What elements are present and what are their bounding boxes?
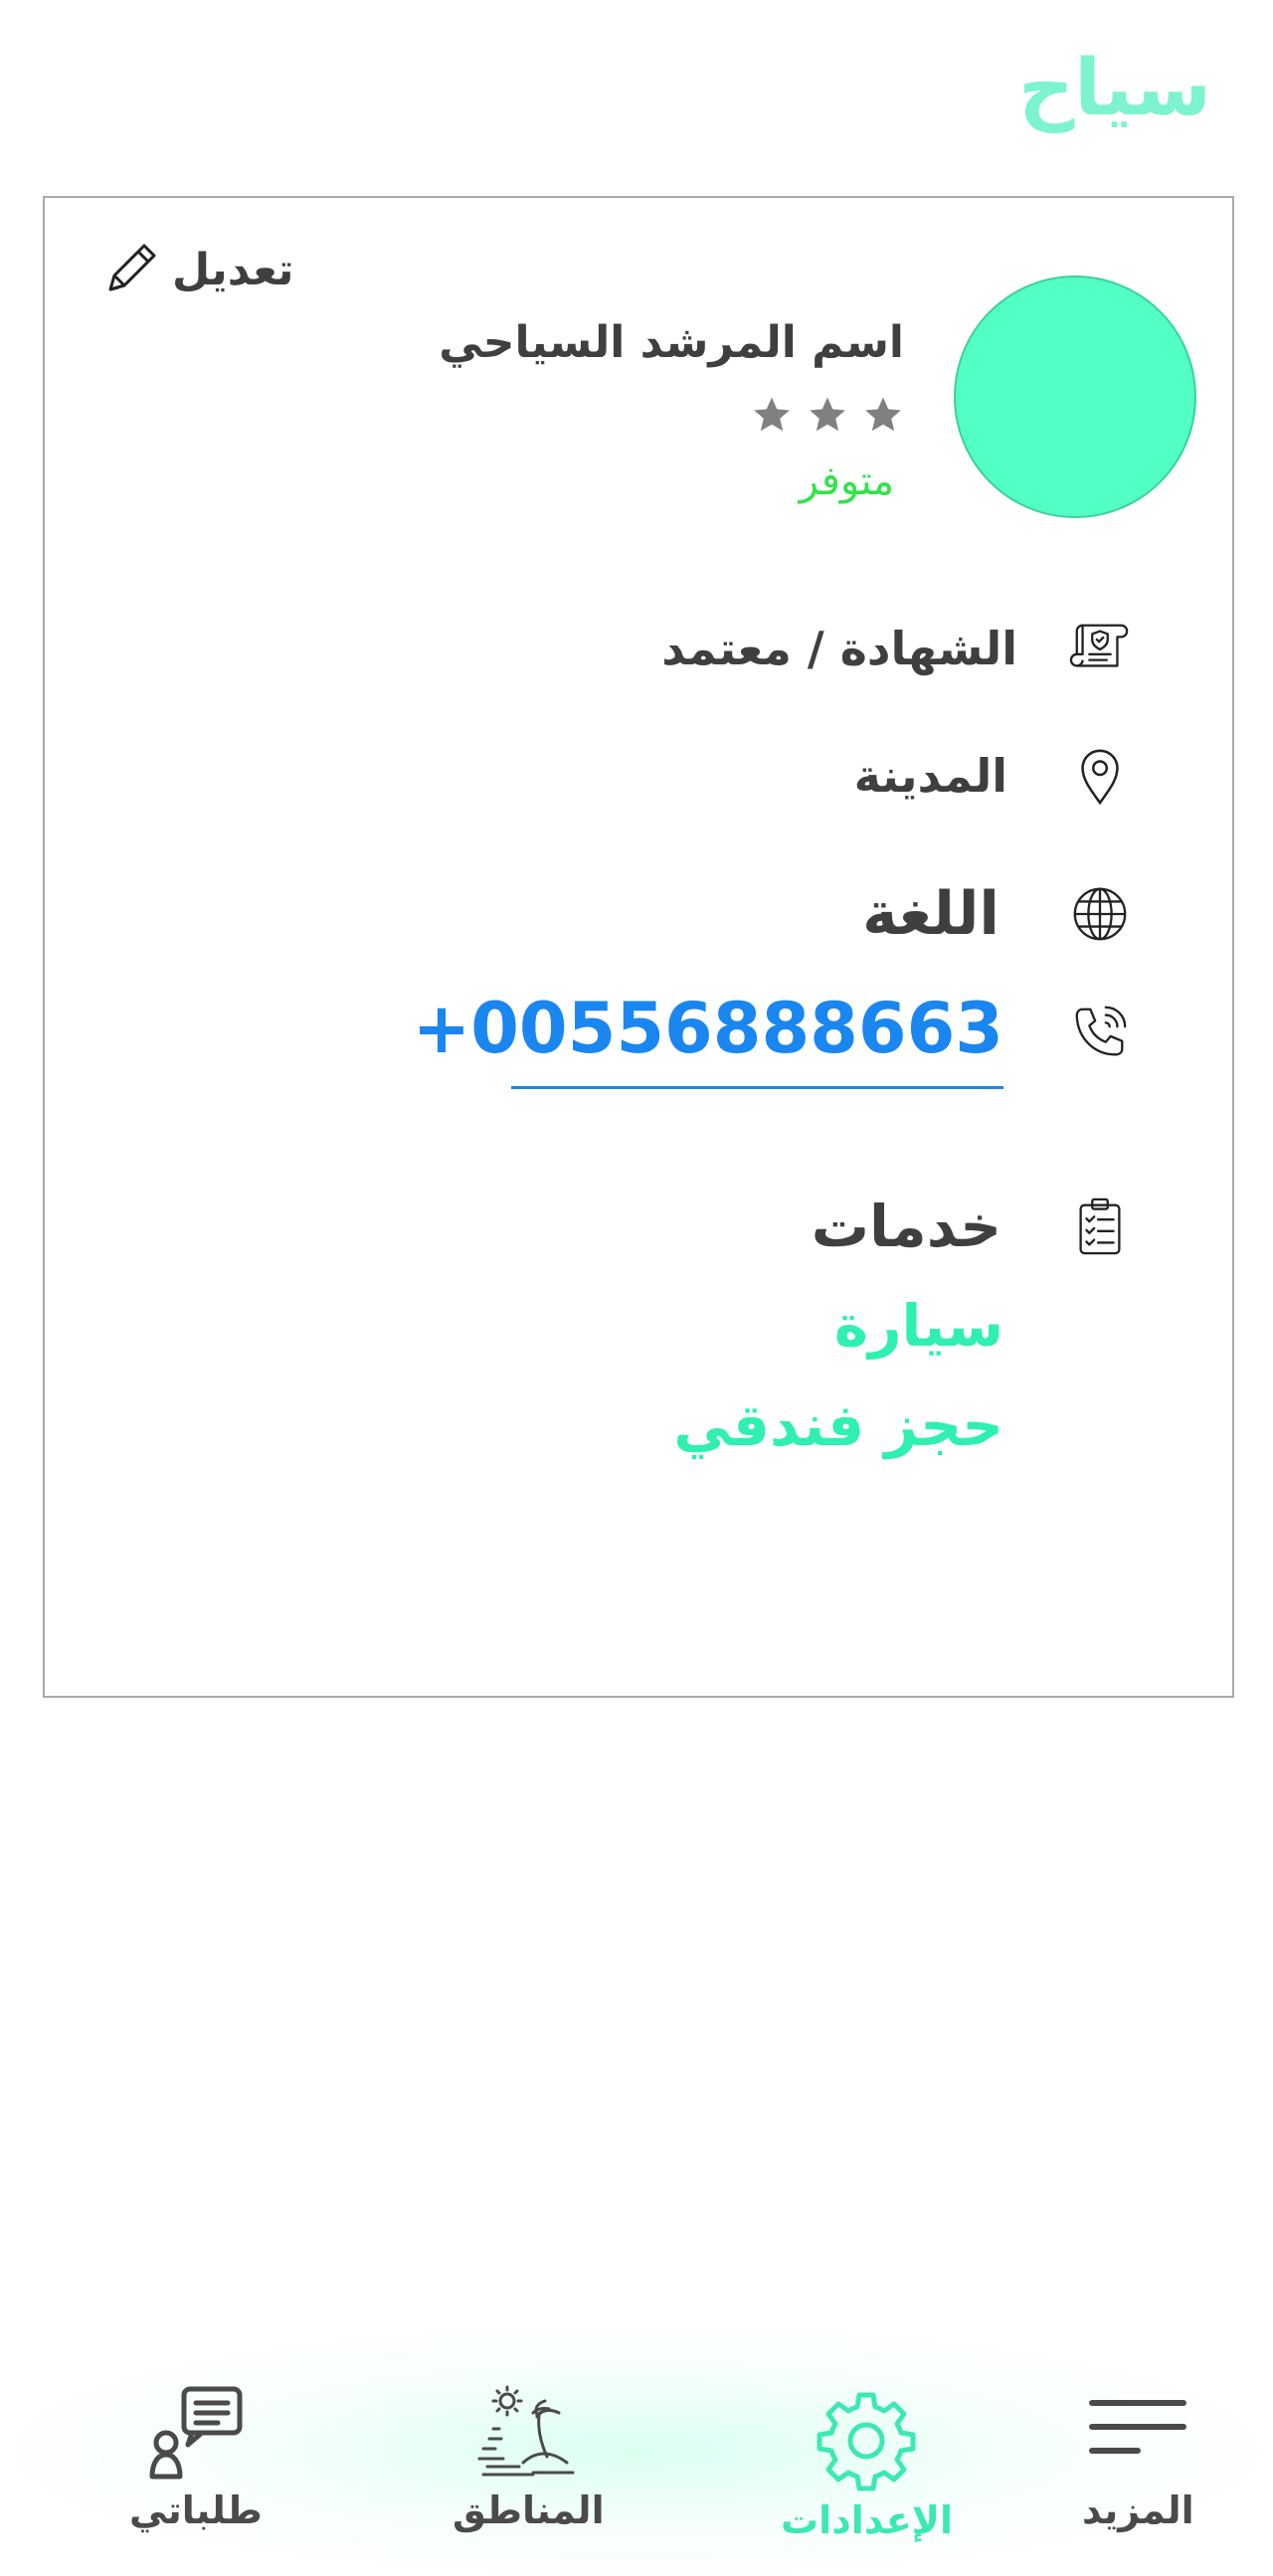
service-item: حجز فندقي — [673, 1391, 1003, 1459]
certificate-icon — [1067, 616, 1133, 681]
nav-item-regions[interactable]: المناطق — [453, 2373, 605, 2532]
nav-item-more[interactable]: المزيد — [1082, 2373, 1194, 2532]
availability-status: متوفر — [799, 459, 894, 504]
star-icon — [754, 397, 790, 432]
nav-label: المناطق — [453, 2488, 605, 2532]
nav-label: طلباتي — [129, 2488, 263, 2532]
edit-label: تعديل — [172, 244, 294, 295]
bottom-navigation: طلباتي المناطق الإعدادات المزيد — [0, 2325, 1273, 2576]
nav-item-requests[interactable]: طلباتي — [129, 2373, 263, 2532]
phone-icon — [1067, 1000, 1133, 1065]
star-icon — [865, 397, 901, 432]
services-title: خدمات — [811, 1193, 1001, 1260]
city-label: المدينة — [853, 749, 1007, 803]
phone-number-link[interactable]: +00556888663 — [413, 994, 1003, 1063]
nav-item-settings[interactable]: الإعدادات — [781, 2373, 953, 2542]
certificate-row: الشهادة / معتمد — [661, 616, 1133, 681]
app-title: سياح — [1017, 44, 1211, 133]
requests-icon — [144, 2373, 248, 2483]
services-row: خدمات — [812, 1193, 1133, 1260]
star-icon — [810, 397, 845, 432]
globe-icon — [1067, 881, 1133, 947]
nav-label: الإعدادات — [781, 2498, 953, 2542]
language-row: اللغة — [862, 879, 1133, 949]
island-icon — [473, 2373, 583, 2483]
city-row: المدينة — [854, 743, 1133, 809]
guide-profile-card: تعديل اسم المرشد السياحي متوفر الشهادة /… — [43, 196, 1234, 1698]
certificate-label: الشهادة / معتمد — [661, 622, 1017, 675]
service-item: سيارة — [833, 1292, 1003, 1360]
rating-stars — [751, 394, 904, 436]
menu-icon — [1088, 2373, 1187, 2483]
clipboard-checklist-icon — [1067, 1194, 1133, 1259]
edit-button[interactable]: تعديل — [102, 238, 294, 301]
gear-icon — [815, 2373, 918, 2492]
language-label: اللغة — [862, 879, 1000, 949]
guide-profile-page: سياح تعديل اسم المرشد السياحي متوفر الشه… — [0, 0, 1273, 2576]
pencil-icon — [102, 238, 162, 301]
guide-name: اسم المرشد السياحي — [439, 317, 904, 368]
phone-underline — [511, 1086, 1003, 1089]
avatar[interactable] — [954, 276, 1196, 518]
nav-label: المزيد — [1082, 2488, 1194, 2532]
phone-row — [1067, 1000, 1133, 1065]
location-pin-icon — [1067, 743, 1133, 809]
